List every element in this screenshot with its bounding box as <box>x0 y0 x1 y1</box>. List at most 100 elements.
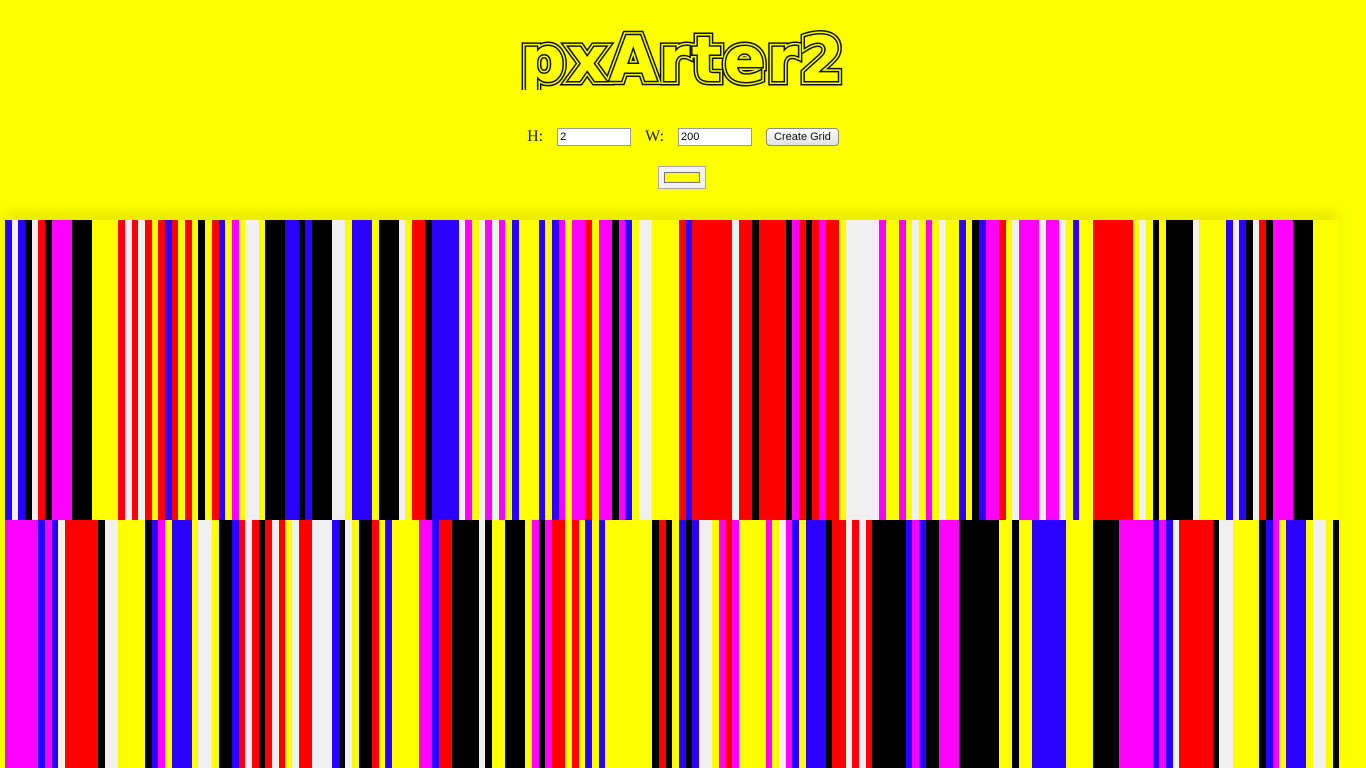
grid-cell[interactable] <box>1185 220 1193 520</box>
grid-cell[interactable] <box>291 520 299 768</box>
grid-cell[interactable] <box>231 520 239 768</box>
grid-cell[interactable] <box>438 520 446 768</box>
grid-cell[interactable] <box>251 220 259 520</box>
grid-cell[interactable] <box>171 520 179 768</box>
grid-cell[interactable] <box>725 220 733 520</box>
grid-cell[interactable] <box>518 520 526 768</box>
grid-cell[interactable] <box>1239 520 1246 768</box>
grid-cell[interactable] <box>538 520 546 768</box>
grid-cell[interactable] <box>512 520 519 768</box>
grid-cell[interactable] <box>251 520 259 768</box>
grid-cell[interactable] <box>185 220 192 520</box>
grid-cell[interactable] <box>1292 520 1300 768</box>
grid-cell[interactable] <box>765 520 773 768</box>
grid-cell[interactable] <box>532 520 539 768</box>
grid-cell[interactable] <box>271 520 279 768</box>
grid-cell[interactable] <box>892 520 900 768</box>
grid-cell[interactable] <box>1125 520 1133 768</box>
grid-cell[interactable] <box>38 520 46 768</box>
grid-cell[interactable] <box>1125 220 1133 520</box>
grid-cell[interactable] <box>852 520 859 768</box>
grid-cell[interactable] <box>718 520 726 768</box>
grid-cell[interactable] <box>351 520 359 768</box>
grid-cell[interactable] <box>758 520 766 768</box>
grid-cell[interactable] <box>318 520 326 768</box>
grid-cell[interactable] <box>351 220 359 520</box>
grid-cell[interactable] <box>778 220 786 520</box>
grid-cell[interactable] <box>371 520 379 768</box>
grid-cell[interactable] <box>1332 220 1340 520</box>
grid-cell[interactable] <box>672 520 679 768</box>
grid-cell[interactable] <box>125 520 132 768</box>
grid-cell[interactable] <box>485 520 493 768</box>
grid-cell[interactable] <box>1119 520 1126 768</box>
grid-cell[interactable] <box>365 520 372 768</box>
grid-cell[interactable] <box>1312 220 1320 520</box>
grid-cell[interactable] <box>65 520 72 768</box>
grid-cell[interactable] <box>965 220 973 520</box>
grid-cell[interactable] <box>718 220 726 520</box>
grid-cell[interactable] <box>592 520 599 768</box>
grid-cell[interactable] <box>325 520 332 768</box>
grid-cell[interactable] <box>1225 520 1233 768</box>
grid-cell[interactable] <box>478 520 486 768</box>
grid-cell[interactable] <box>238 520 246 768</box>
grid-cell[interactable] <box>1252 220 1260 520</box>
grid-cell[interactable] <box>665 520 673 768</box>
grid-cell[interactable] <box>658 520 666 768</box>
grid-cell[interactable] <box>191 220 199 520</box>
grid-cell[interactable] <box>638 520 646 768</box>
grid-cell[interactable] <box>225 220 232 520</box>
grid-cell[interactable] <box>785 220 793 520</box>
grid-cell[interactable] <box>992 220 1000 520</box>
grid-cell[interactable] <box>445 220 453 520</box>
grid-cell[interactable] <box>138 520 146 768</box>
grid-cell[interactable] <box>465 520 473 768</box>
grid-cell[interactable] <box>758 220 766 520</box>
grid-cell[interactable] <box>652 220 659 520</box>
grid-cell[interactable] <box>278 520 286 768</box>
grid-cell[interactable] <box>305 520 312 768</box>
grid-cell[interactable] <box>71 520 79 768</box>
grid-cell[interactable] <box>411 520 419 768</box>
grid-cell[interactable] <box>158 520 166 768</box>
grid-cell[interactable] <box>131 520 139 768</box>
grid-cell[interactable] <box>879 520 886 768</box>
grid-cell[interactable] <box>852 220 859 520</box>
grid-cell[interactable] <box>1019 220 1026 520</box>
grid-cell[interactable] <box>952 520 960 768</box>
grid-cell[interactable] <box>1212 220 1220 520</box>
grid-cell[interactable] <box>632 220 639 520</box>
grid-cell[interactable] <box>31 220 39 520</box>
grid-cell[interactable] <box>178 520 186 768</box>
grid-cell[interactable] <box>138 220 146 520</box>
grid-cell[interactable] <box>678 220 686 520</box>
grid-cell[interactable] <box>345 220 352 520</box>
grid-cell[interactable] <box>1099 220 1106 520</box>
grid-cell[interactable] <box>525 220 533 520</box>
grid-cell[interactable] <box>1232 520 1240 768</box>
grid-cell[interactable] <box>992 520 1000 768</box>
grid-cell[interactable] <box>85 520 92 768</box>
grid-cell[interactable] <box>765 220 773 520</box>
grid-cell[interactable] <box>825 520 833 768</box>
grid-cell[interactable] <box>418 520 426 768</box>
grid-cell[interactable] <box>285 220 292 520</box>
grid-cell[interactable] <box>1025 520 1033 768</box>
grid-cell[interactable] <box>485 220 493 520</box>
grid-cell[interactable] <box>1132 220 1140 520</box>
grid-cell[interactable] <box>331 220 339 520</box>
grid-cell[interactable] <box>1052 520 1060 768</box>
grid-cell[interactable] <box>979 520 986 768</box>
grid-cell[interactable] <box>792 520 799 768</box>
grid-cell[interactable] <box>5 520 12 768</box>
grid-cell[interactable] <box>11 220 19 520</box>
grid-cell[interactable] <box>1259 520 1266 768</box>
grid-cell[interactable] <box>1265 520 1273 768</box>
grid-cell[interactable] <box>91 520 99 768</box>
grid-cell[interactable] <box>472 520 479 768</box>
grid-cell[interactable] <box>1219 220 1226 520</box>
grid-cell[interactable] <box>979 220 986 520</box>
grid-cell[interactable] <box>885 520 893 768</box>
grid-cell[interactable] <box>458 520 466 768</box>
